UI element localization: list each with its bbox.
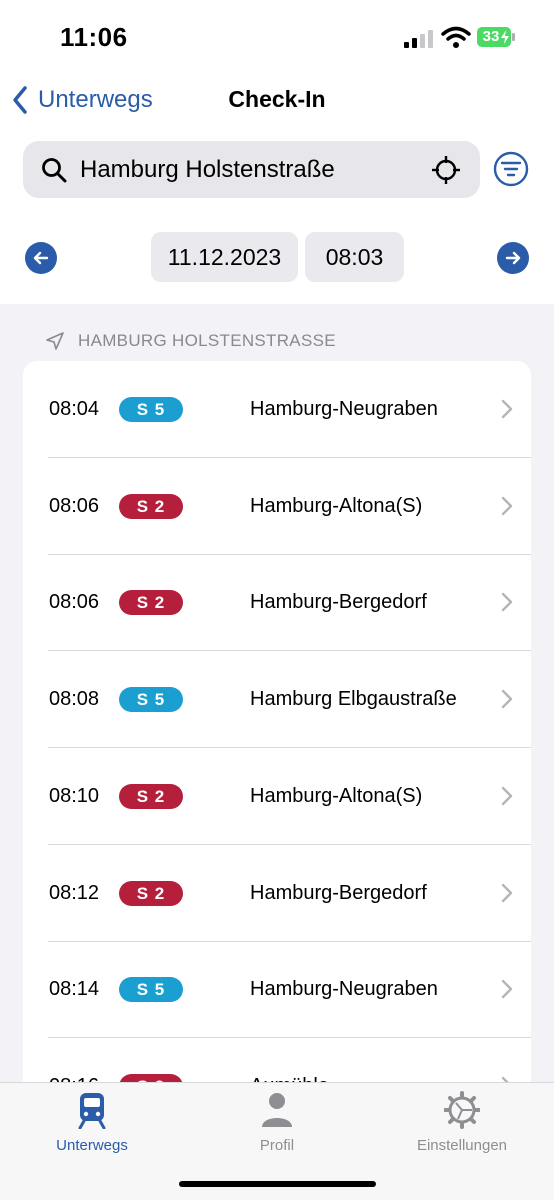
tab-label: Einstellungen xyxy=(416,1137,508,1154)
page-title: Check-In xyxy=(228,86,326,112)
station-name: HAMBURG HOLSTENSTRASSE xyxy=(78,331,336,350)
line-badge: S 5 xyxy=(119,397,183,422)
station-section-header: HAMBURG HOLSTENSTRASSE xyxy=(45,330,336,352)
departure-row[interactable]: 08:06 S 2 Hamburg-Bergedorf xyxy=(23,554,531,652)
time-picker[interactable]: 08:03 xyxy=(305,232,404,282)
chevron-right-icon xyxy=(501,979,513,999)
filter-icon[interactable] xyxy=(493,151,529,187)
chevron-right-icon xyxy=(501,883,513,902)
departure-row[interactable]: 08:12 S 2 Hamburg-Bergedorf xyxy=(23,845,531,942)
departure-destination: Hamburg-Neugraben xyxy=(250,398,438,420)
departure-row[interactable]: 08:04 S 5 Hamburg-Neugraben xyxy=(23,361,531,458)
departure-destination: Hamburg-Bergedorf xyxy=(250,881,427,904)
departure-time: 08:06 xyxy=(49,591,100,614)
arrow-left-icon xyxy=(33,251,49,265)
navigation-bar: Unterwegs Check-In xyxy=(0,72,554,128)
battery-level: 33 xyxy=(482,28,500,45)
date-picker[interactable]: 11.12.2023 xyxy=(151,232,298,282)
chevron-right-icon xyxy=(501,689,513,709)
wifi-icon xyxy=(441,26,471,48)
previous-time-button[interactable] xyxy=(25,242,57,274)
status-bar: 11:06 33 xyxy=(0,0,554,72)
search-icon xyxy=(42,158,67,183)
tab-einstellungen[interactable]: Einstellungen xyxy=(392,1091,532,1154)
train-icon xyxy=(78,1093,106,1129)
line-badge: S 2 xyxy=(119,493,183,519)
departure-row[interactable]: 08:14 S 5 Hamburg-Neugraben xyxy=(23,941,531,1039)
cellular-signal-icon xyxy=(404,30,433,48)
line-badge: S 5 xyxy=(119,687,183,713)
departure-time: 08:12 xyxy=(49,881,100,904)
departure-time: 08:04 xyxy=(49,398,100,420)
line-badge: S 2 xyxy=(119,783,183,809)
charging-bolt-icon xyxy=(501,30,509,44)
line-badge: S 5 xyxy=(119,977,183,1003)
chevron-right-icon xyxy=(501,399,513,419)
battery-icon: 33 xyxy=(477,26,515,48)
tab-label: Profil xyxy=(259,1137,295,1154)
tab-unterwegs[interactable]: Unterwegs xyxy=(22,1091,162,1154)
chevron-right-icon xyxy=(501,786,513,805)
departure-time: 08:08 xyxy=(49,688,100,711)
chevron-right-icon xyxy=(501,496,513,515)
departure-list: 08:04 S 5 Hamburg-Neugraben 08:06 S 2 Hamburg… xyxy=(23,361,531,1121)
search-input[interactable] xyxy=(80,141,420,198)
tab-profil[interactable]: Profil xyxy=(207,1091,347,1154)
departure-destination: Hamburg-Bergedorf xyxy=(250,591,427,614)
chevron-right-icon xyxy=(501,593,513,612)
line-badge: S 2 xyxy=(119,880,183,906)
departure-destination: Hamburg Elbgaustraße xyxy=(250,688,457,711)
location-arrow-icon xyxy=(46,332,64,350)
date-time-selector: 11.12.2023 08:03 xyxy=(0,232,554,282)
gear-icon xyxy=(444,1091,480,1129)
departure-destination: Hamburg-Altona(S) xyxy=(250,494,423,517)
departure-time: 08:10 xyxy=(49,784,100,807)
home-indicator xyxy=(179,1181,376,1187)
departure-row[interactable]: 08:10 S 2 Hamburg-Altona(S) xyxy=(23,748,531,845)
departure-row[interactable]: 08:06 S 2 Hamburg-Altona(S) xyxy=(23,458,531,555)
departure-destination: Hamburg-Neugraben xyxy=(250,978,438,1001)
next-time-button[interactable] xyxy=(497,242,529,274)
departure-row[interactable]: 08:08 S 5 Hamburg Elbgaustraße xyxy=(23,651,531,749)
departure-time: 08:06 xyxy=(49,494,100,517)
tab-label: Unterwegs xyxy=(56,1137,128,1154)
line-badge: S 2 xyxy=(119,590,183,616)
departure-destination: Hamburg-Altona(S) xyxy=(250,784,423,807)
departure-time: 08:14 xyxy=(49,978,100,1001)
search-bar xyxy=(23,141,480,198)
current-location-icon[interactable] xyxy=(431,155,461,185)
arrow-right-icon xyxy=(505,251,521,265)
status-time: 11:06 xyxy=(60,22,128,52)
person-icon xyxy=(262,1093,292,1127)
